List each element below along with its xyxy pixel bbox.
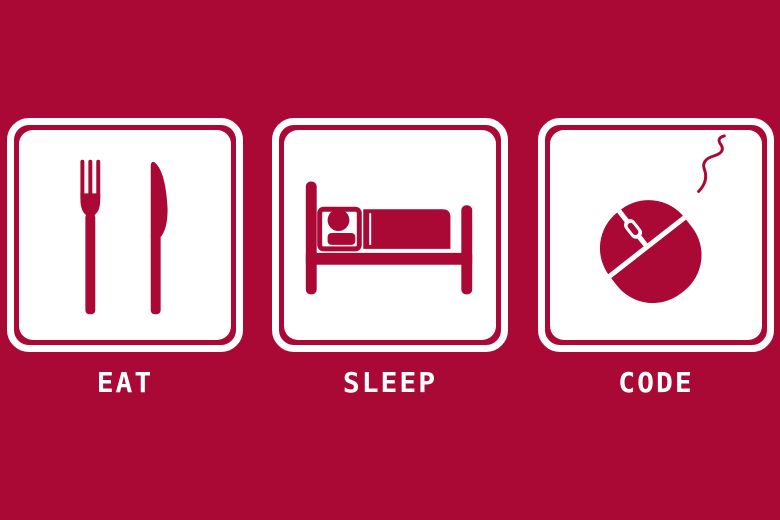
person-in-bed-icon — [305, 181, 473, 295]
sleep-tile-inner — [284, 130, 496, 340]
code-tile — [538, 118, 774, 352]
fork-and-knife-icon — [80, 159, 168, 315]
sleep-caption: SLEEP — [342, 366, 438, 399]
sleep-tile — [272, 118, 508, 352]
code-tile-inner — [550, 130, 762, 340]
code-caption: CODE — [618, 366, 694, 399]
eat-tile-inner — [19, 130, 231, 340]
eat-tile — [7, 118, 243, 352]
computer-mouse-icon — [599, 134, 726, 304]
eat-caption: EAT — [96, 366, 154, 399]
eat-sleep-code-poster: EAT SLEEP CODE — [0, 0, 780, 520]
